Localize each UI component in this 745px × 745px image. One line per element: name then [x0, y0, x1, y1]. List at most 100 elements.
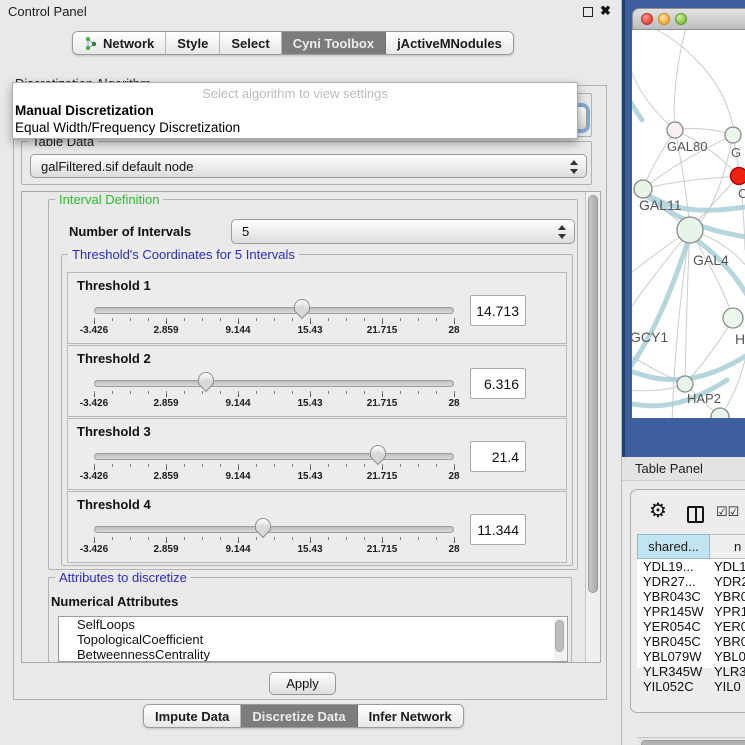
tab-cyni-toolbox[interactable]: Cyni Toolbox	[282, 32, 386, 54]
threshold-2-slider-track[interactable]	[94, 380, 454, 387]
list-item[interactable]: BetweennessCentrality	[59, 647, 567, 662]
tab-network[interactable]: Network	[73, 32, 166, 54]
interval-definition-label: Interval Definition	[55, 192, 163, 207]
cell-name[interactable]: YBR0	[714, 589, 745, 604]
node-selected-red[interactable]	[731, 168, 745, 185]
cell-name[interactable]: YIL0	[714, 679, 741, 694]
tick-label: 15.43	[297, 471, 322, 482]
settings-scrollbar-thumb[interactable]	[588, 195, 598, 593]
table-data-combobox[interactable]: galFiltered.sif default node	[30, 154, 587, 178]
cell-name[interactable]: YBL0	[714, 649, 745, 664]
tab-style[interactable]: Style	[166, 32, 220, 54]
close-traffic-light[interactable]	[641, 13, 653, 25]
cell-shared-name[interactable]: YIL052C	[643, 679, 694, 694]
column-header-name[interactable]: n	[710, 534, 745, 559]
threshold-3-value-field[interactable]	[470, 441, 526, 472]
table-row[interactable]: YBL079W YBL0	[637, 649, 745, 664]
threshold-2-slider-handle[interactable]	[198, 372, 214, 385]
threshold-4-value-field[interactable]	[470, 514, 526, 545]
threshold-2-value-field[interactable]	[470, 368, 526, 399]
slider-minor-ticks	[94, 391, 455, 394]
algorithm-option-equal-width[interactable]: Equal Width/Frequency Discretization	[15, 120, 240, 135]
list-scrollbar-thumb[interactable]	[555, 620, 564, 652]
table-row[interactable]: YIL052C YIL0	[637, 679, 745, 694]
num-intervals-combobox[interactable]: 5	[231, 219, 575, 244]
cell-name[interactable]: YER0	[714, 619, 745, 634]
table-row[interactable]: YER054C YER0	[637, 619, 745, 634]
cell-name[interactable]: YPR1	[714, 604, 745, 619]
cell-shared-name[interactable]: YDL19...	[643, 559, 694, 574]
threshold-1-value-field[interactable]	[470, 295, 526, 326]
tick-label: 9.144	[225, 398, 250, 409]
node-clipped-right[interactable]	[723, 308, 743, 328]
discretize-content-frame: Table Data galFiltered.sif default node …	[13, 85, 607, 700]
threshold-3-slider-track[interactable]	[94, 453, 454, 460]
tab-style-label: Style	[177, 36, 208, 51]
table-horizontal-scrollbar[interactable]	[637, 737, 745, 745]
table-panel-titlebar: Table Panel	[622, 457, 745, 481]
cell-shared-name[interactable]: YDR27...	[643, 574, 696, 589]
tab-infer-network[interactable]: Infer Network	[358, 705, 463, 727]
cell-name[interactable]: YLR3	[714, 664, 745, 679]
tick-label: 9.144	[225, 325, 250, 336]
slider-minor-ticks	[94, 537, 455, 540]
combo-spinner-icon	[570, 159, 579, 175]
network-icon	[84, 36, 98, 51]
table-horizontal-scrollbar-thumb[interactable]	[641, 740, 745, 745]
threshold-4-title: Threshold 4	[77, 497, 151, 512]
tab-discretize-data-label: Discretize Data	[252, 709, 345, 724]
cell-shared-name[interactable]: YER054C	[643, 619, 701, 634]
threshold-1-slider-handle[interactable]	[294, 299, 310, 312]
apply-button[interactable]: Apply	[269, 672, 336, 695]
cell-shared-name[interactable]: YBR045C	[643, 634, 701, 649]
algorithm-option-manual[interactable]: Manual Discretization	[15, 103, 154, 118]
minimize-traffic-light[interactable]	[658, 13, 670, 25]
float-window-icon[interactable]	[583, 7, 593, 17]
network-window-titlebar[interactable]	[632, 8, 745, 30]
cell-name[interactable]: YDL1	[714, 559, 745, 574]
threshold-3-slider-handle[interactable]	[370, 445, 386, 458]
close-icon[interactable]: ✖	[600, 3, 611, 19]
list-scrollbar[interactable]	[554, 618, 566, 662]
node-hap2[interactable]	[677, 376, 693, 392]
threshold-1-slider-track[interactable]	[94, 307, 454, 314]
cell-shared-name[interactable]: YLR345W	[643, 664, 702, 679]
tab-select[interactable]: Select	[220, 32, 281, 54]
table-row[interactable]: YBR045C YBR0	[637, 634, 745, 649]
node-gal11[interactable]	[634, 180, 652, 198]
zoom-traffic-light[interactable]	[675, 13, 687, 25]
tick-label: 2.859	[153, 325, 178, 336]
combo-spinner-icon	[558, 224, 567, 240]
threshold-4-slider-handle[interactable]	[255, 518, 271, 531]
node-gal4[interactable]	[677, 217, 703, 243]
tick-label: 15.43	[297, 544, 322, 555]
list-item[interactable]: TopologicalCoefficient	[59, 632, 567, 647]
table-row[interactable]: YBR043C YBR0	[637, 589, 745, 604]
settings-scrollbar[interactable]	[585, 192, 600, 662]
select-columns-icon[interactable]: ☑☑	[716, 504, 739, 520]
table-row[interactable]: YDR27... YDR2	[637, 574, 745, 589]
table-row[interactable]: YPR145W YPR1	[637, 604, 745, 619]
split-columns-icon[interactable]	[687, 506, 704, 523]
gear-icon[interactable]: ⚙	[649, 498, 667, 523]
cell-shared-name[interactable]: YBR043C	[643, 589, 701, 604]
list-item[interactable]: SelfLoops	[59, 617, 567, 632]
cell-name[interactable]: YDR2	[714, 574, 745, 589]
table-row[interactable]: YDL19... YDL1	[637, 559, 745, 574]
threshold-3-panel: Threshold 3 -3.426 2.859 9.144 15.43 21.…	[67, 418, 567, 490]
column-header-shared-name[interactable]: shared...	[637, 534, 710, 559]
cell-name[interactable]: YBR0	[714, 634, 745, 649]
tab-discretize-data[interactable]: Discretize Data	[241, 705, 357, 727]
table-row[interactable]: YLR345W YLR3	[637, 664, 745, 679]
network-canvas[interactable]: GAL80 G C GAL11 GAL4 GCY1 H HAP2	[632, 30, 745, 418]
threshold-4-slider-track[interactable]	[94, 526, 454, 533]
node-gal80[interactable]	[667, 122, 683, 138]
cell-shared-name[interactable]: YPR145W	[643, 604, 704, 619]
tab-impute-data[interactable]: Impute Data	[144, 705, 241, 727]
node-bottom[interactable]	[711, 408, 729, 418]
cell-shared-name[interactable]: YBL079W	[643, 649, 702, 664]
network-view-window: GAL80 G C GAL11 GAL4 GCY1 H HAP2	[622, 0, 745, 457]
numerical-attributes-heading: Numerical Attributes	[51, 594, 178, 609]
node-clipped-top[interactable]	[725, 127, 741, 143]
tab-jactivemnodules[interactable]: jActiveMNodules	[386, 32, 513, 54]
